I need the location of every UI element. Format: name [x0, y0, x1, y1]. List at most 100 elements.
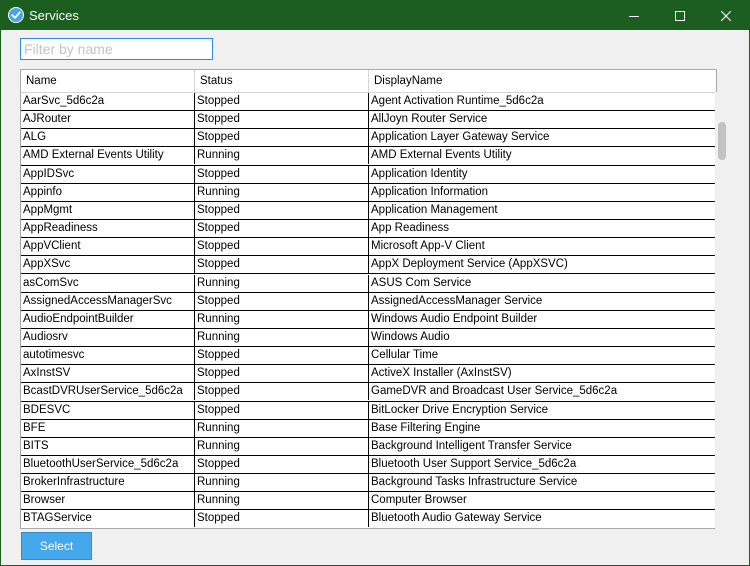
minimize-button[interactable]: [611, 1, 657, 30]
column-header-displayname[interactable]: DisplayName: [369, 70, 715, 92]
cell-displayname: App Readiness: [371, 222, 449, 235]
table-row[interactable]: asComSvc Running ASUS Com Service: [21, 274, 715, 293]
cell-name: AppMgmt: [21, 201, 195, 219]
window-title: Services: [29, 8, 79, 23]
table-row[interactable]: BrokerInfrastructure Running Background Ta…: [21, 474, 715, 493]
cell-name: BITS: [21, 437, 195, 455]
filter-input[interactable]: [20, 38, 213, 60]
table-row[interactable]: AppIDSvc Stopped Application Identity: [21, 165, 715, 184]
cell-displayname: Computer Browser: [371, 494, 467, 507]
close-button[interactable]: [703, 1, 749, 30]
cell-name: Appinfo: [21, 183, 195, 201]
maximize-icon: [675, 10, 685, 21]
cell-status: Stopped: [195, 93, 369, 110]
cell-displayname: Windows Audio Endpoint Builder: [371, 312, 538, 325]
cell-name: AppVClient: [21, 238, 195, 256]
cell-status: Stopped: [195, 165, 369, 183]
cell-displayname: Application Layer Gateway Service: [371, 131, 550, 144]
cell-name: BTAGService: [21, 510, 195, 528]
table-row[interactable]: Audiosrv Running Windows Audio: [21, 328, 715, 348]
minimize-icon: [629, 15, 639, 17]
cell-status: Stopped: [195, 292, 369, 310]
cell-name: BDESVC: [21, 401, 195, 419]
table-row[interactable]: AppMgmt Stopped Application Management: [21, 201, 715, 221]
cell-name: asComSvc: [21, 274, 195, 292]
title-bar[interactable]: Services: [1, 1, 749, 30]
cell-name: autotimesvc: [21, 347, 195, 365]
cell-status: Stopped: [195, 383, 369, 401]
cell-status: Stopped: [195, 256, 369, 274]
table-row[interactable]: AxInstSV Stopped ActiveX Installer (AxInst…: [21, 365, 715, 384]
cell-status: Running: [195, 492, 369, 510]
cell-status: Running: [195, 437, 369, 455]
table-row[interactable]: ALG Stopped Application Layer Gateway Serv…: [21, 129, 715, 148]
cell-displayname: Agent Activation Runtime_5d6c2a: [371, 95, 544, 107]
table-row[interactable]: AppReadiness Stopped App Readiness: [21, 220, 715, 239]
table-row[interactable]: Appinfo Running Application Information: [21, 183, 715, 202]
cell-status: Running: [195, 419, 369, 437]
cell-displayname: Application Information: [371, 185, 488, 198]
table-row[interactable]: BTAGService Stopped Bluetooth Audio Gatewa…: [21, 510, 715, 528]
cell-status: Stopped: [195, 129, 369, 147]
cell-name: AppIDSvc: [21, 165, 195, 183]
table-row[interactable]: AJRouter Stopped AllJoyn Router Service: [21, 111, 715, 130]
services-window: Services Name Status DisplayName AarSvc_…: [0, 0, 750, 566]
cell-status: Stopped: [195, 201, 369, 219]
cell-status: Running: [195, 183, 369, 201]
table-row[interactable]: BFE Running Base Filtering Engine: [21, 419, 715, 438]
cell-displayname: Microsoft App-V Client: [371, 240, 485, 253]
grid-rows: AarSvc_5d6c2a Stopped Agent Activation Run…: [21, 93, 715, 528]
cell-displayname: ASUS Com Service: [371, 276, 472, 289]
table-row[interactable]: AppVClient Stopped Microsoft App-V Client: [21, 238, 715, 257]
column-header-status[interactable]: Status: [195, 70, 369, 92]
cell-displayname: Background Tasks Infrastructure Service: [371, 476, 578, 489]
cell-status: Stopped: [195, 510, 369, 528]
cell-status: Running: [195, 274, 369, 292]
table-row[interactable]: BDESVC Stopped BitLocker Drive Encryption …: [21, 401, 715, 420]
scrollbar-thumb[interactable]: [718, 122, 726, 160]
cell-name: Browser: [21, 492, 195, 510]
table-row[interactable]: AssignedAccessManagerSvc Stopped AssignedA…: [21, 292, 715, 311]
table-row[interactable]: BcastDVRUserService_5d6c2a Stopped GameDVR…: [21, 383, 715, 402]
table-row[interactable]: AMD External Events Utility Running AMD Ex…: [21, 147, 715, 166]
cell-name: AJRouter: [21, 111, 195, 129]
cell-name: BcastDVRUserService_5d6c2a: [21, 383, 195, 401]
cell-name: AssignedAccessManagerSvc: [21, 292, 195, 310]
column-header-name[interactable]: Name: [21, 70, 195, 92]
cell-displayname: AMD External Events Utility: [371, 149, 512, 162]
cell-name: BFE: [21, 419, 195, 437]
table-row[interactable]: autotimesvc Stopped Cellular Time: [21, 347, 715, 366]
cell-displayname: AllJoyn Router Service: [371, 113, 488, 126]
table-row[interactable]: AudioEndpointBuilder Running Windows Audio…: [21, 310, 715, 329]
select-button[interactable]: Select: [21, 532, 92, 560]
cell-status: Stopped: [195, 365, 369, 383]
check-circle-icon: [8, 7, 24, 23]
client-area: Name Status DisplayName AarSvc_5d6c2aSto…: [1, 30, 749, 565]
table-row[interactable]: AarSvc_5d6c2a Stopped Agent Activation Run…: [21, 93, 715, 112]
maximize-button[interactable]: [657, 1, 703, 30]
cell-name: BrokerInfrastructure: [21, 474, 195, 492]
cell-status: Running: [195, 474, 369, 492]
table-row[interactable]: Browser Running Computer Browser: [21, 492, 715, 511]
services-grid[interactable]: Name Status DisplayName AarSvc_5d6c2a Sto…: [20, 69, 717, 529]
table-row[interactable]: BITS Running Background Intelligent Transf…: [21, 437, 715, 456]
cell-name: Audiosrv: [21, 328, 195, 346]
table-row[interactable]: AppXSvc Stopped AppX Deployment Service (A…: [21, 256, 715, 275]
cell-name: BluetoothUserService_5d6c2a: [21, 456, 195, 473]
cell-name: AudioEndpointBuilder: [21, 310, 195, 328]
cell-displayname: BitLocker Drive Encryption Service: [371, 403, 549, 416]
cell-displayname: Cellular Time: [371, 349, 439, 362]
cell-status: Running: [195, 310, 369, 328]
cell-displayname: Bluetooth User Support Service_5d6c2a: [371, 458, 577, 470]
cell-name: AarSvc_5d6c2a: [21, 93, 195, 110]
cell-displayname: AssignedAccessManager Service: [371, 294, 543, 307]
grid-header: Name Status DisplayName: [21, 70, 715, 93]
cell-displayname: Application Management: [371, 203, 498, 216]
vertical-scrollbar[interactable]: [715, 92, 729, 549]
cell-status: Running: [195, 147, 369, 165]
cell-displayname: Bluetooth Audio Gateway Service: [371, 512, 542, 525]
cell-displayname: Windows Audio: [371, 330, 450, 343]
table-row[interactable]: BluetoothUserService_5d6c2a Stopped Blueto…: [21, 456, 715, 475]
cell-status: Stopped: [195, 401, 369, 419]
cell-status: Stopped: [195, 456, 369, 473]
